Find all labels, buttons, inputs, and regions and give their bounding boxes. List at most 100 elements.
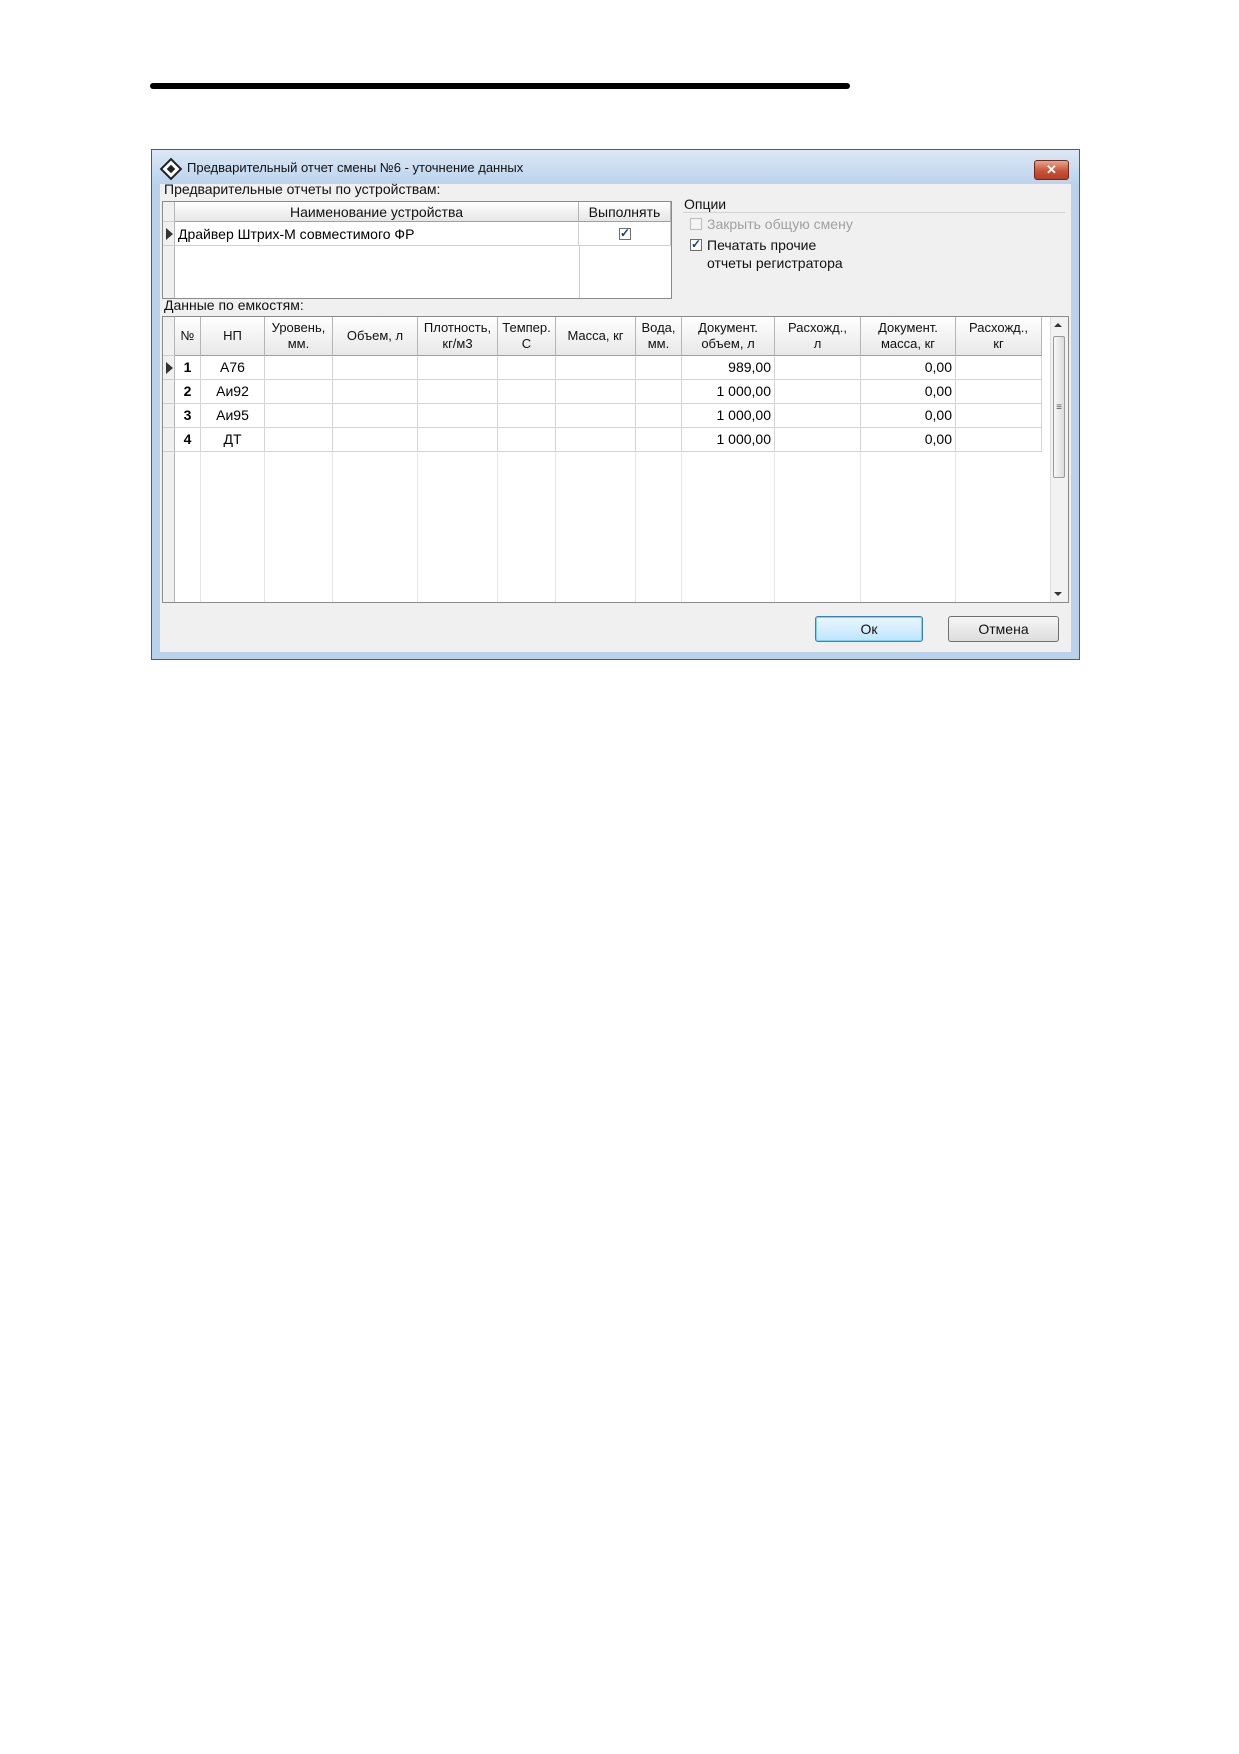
row-indicator[interactable] bbox=[163, 428, 175, 452]
ok-button[interactable]: Ок bbox=[815, 616, 923, 642]
tank-cell[interactable]: 1 000,00 bbox=[682, 404, 775, 428]
tank-cell[interactable] bbox=[333, 428, 418, 452]
header-line: НП bbox=[223, 328, 242, 343]
header-line: Документ. bbox=[698, 320, 758, 335]
tank-cell[interactable]: ДТ bbox=[201, 428, 265, 452]
tank-cell[interactable] bbox=[636, 428, 682, 452]
tank-cell[interactable]: Аи95 bbox=[201, 404, 265, 428]
device-name-cell[interactable]: Драйвер Штрих-М совместимого ФР bbox=[175, 222, 579, 246]
column-header-4[interactable]: Объем, л bbox=[333, 317, 418, 356]
tank-cell[interactable]: 1 bbox=[175, 356, 201, 380]
tank-cell[interactable] bbox=[956, 380, 1042, 404]
tank-cell[interactable] bbox=[775, 380, 861, 404]
tank-cell[interactable] bbox=[956, 356, 1042, 380]
tank-cell[interactable] bbox=[498, 356, 556, 380]
close-button[interactable]: ✕ bbox=[1034, 160, 1069, 180]
scroll-down-icon[interactable] bbox=[1054, 592, 1062, 596]
empty-indicator bbox=[163, 246, 175, 298]
tank-cell[interactable] bbox=[333, 404, 418, 428]
tank-cell[interactable]: А76 bbox=[201, 356, 265, 380]
tank-cell[interactable] bbox=[775, 428, 861, 452]
print-other-label-line1: Печатать прочие bbox=[707, 237, 817, 253]
tank-cell[interactable] bbox=[556, 380, 636, 404]
cancel-button[interactable]: Отмена bbox=[948, 616, 1059, 642]
tank-cell[interactable] bbox=[956, 428, 1042, 452]
tank-cell[interactable] bbox=[498, 428, 556, 452]
tank-cell[interactable] bbox=[636, 380, 682, 404]
tank-cell[interactable] bbox=[333, 380, 418, 404]
column-header-7[interactable]: Масса, кг bbox=[556, 317, 636, 356]
tank-cell[interactable]: Аи92 bbox=[201, 380, 265, 404]
column-header-1[interactable]: № bbox=[175, 317, 201, 356]
tank-cell[interactable] bbox=[636, 356, 682, 380]
column-divider bbox=[417, 452, 418, 602]
tank-cell[interactable]: 0,00 bbox=[861, 356, 956, 380]
tank-cell[interactable] bbox=[498, 404, 556, 428]
tank-cell[interactable] bbox=[556, 428, 636, 452]
tank-cell[interactable] bbox=[265, 380, 333, 404]
column-header-text: Объем, л bbox=[347, 328, 403, 344]
column-header-text: Документ. объем, л bbox=[698, 320, 758, 352]
column-header-11[interactable]: Документ. масса, кг bbox=[861, 317, 956, 356]
row-indicator[interactable] bbox=[163, 356, 175, 380]
tanks-grid[interactable]: ≡ № НП Уровень, мм. Объем, л Плотность, кг/м3 Т… bbox=[162, 316, 1069, 603]
devices-grid[interactable]: Наименование устройства Выполнять Драйве… bbox=[162, 201, 672, 299]
column-header-8[interactable]: Вода, мм. bbox=[636, 317, 682, 356]
column-header-6[interactable]: Темпер. С bbox=[498, 317, 556, 356]
column-device-name[interactable]: Наименование устройства bbox=[175, 202, 579, 222]
tank-cell[interactable] bbox=[956, 404, 1042, 428]
tank-cell[interactable]: 4 bbox=[175, 428, 201, 452]
column-divider bbox=[579, 246, 580, 298]
tank-cell[interactable] bbox=[265, 356, 333, 380]
column-execute[interactable]: Выполнять bbox=[579, 202, 671, 222]
tank-cell[interactable]: 1 000,00 bbox=[682, 380, 775, 404]
column-header-3[interactable]: Уровень, мм. bbox=[265, 317, 333, 356]
tank-cell[interactable]: 989,00 bbox=[682, 356, 775, 380]
tank-cell[interactable] bbox=[556, 404, 636, 428]
tank-cell[interactable] bbox=[265, 428, 333, 452]
execute-checkbox[interactable] bbox=[619, 226, 631, 240]
row-indicator[interactable] bbox=[163, 404, 175, 428]
tank-cell[interactable]: 0,00 bbox=[861, 428, 956, 452]
tank-cell[interactable] bbox=[418, 428, 498, 452]
row-indicator[interactable] bbox=[163, 380, 175, 404]
empty-indicator bbox=[163, 452, 175, 602]
tank-cell[interactable] bbox=[265, 404, 333, 428]
close-shift-checkbox[interactable] bbox=[690, 218, 702, 230]
top-rule bbox=[150, 83, 850, 89]
tanks-label: Данные по емкостям: bbox=[164, 297, 304, 313]
tank-cell[interactable]: 0,00 bbox=[861, 380, 956, 404]
tank-cell[interactable] bbox=[775, 356, 861, 380]
column-header-2[interactable]: НП bbox=[201, 317, 265, 356]
header-line: объем, л bbox=[701, 336, 755, 351]
column-divider bbox=[635, 452, 636, 602]
tank-cell[interactable] bbox=[775, 404, 861, 428]
column-header-12[interactable]: Расхожд., кг bbox=[956, 317, 1042, 356]
scroll-up-icon[interactable] bbox=[1054, 323, 1062, 327]
device-execute-cell[interactable] bbox=[579, 222, 671, 246]
tank-cell[interactable]: 2 bbox=[175, 380, 201, 404]
tank-cell[interactable]: 1 000,00 bbox=[682, 428, 775, 452]
column-header-9[interactable]: Документ. объем, л bbox=[682, 317, 775, 356]
close-shift-label: Закрыть общую смену bbox=[707, 216, 853, 232]
tank-cell[interactable] bbox=[418, 404, 498, 428]
column-header-5[interactable]: Плотность, кг/м3 bbox=[418, 317, 498, 356]
tank-cell[interactable] bbox=[418, 356, 498, 380]
scroll-thumb[interactable]: ≡ bbox=[1053, 336, 1065, 478]
column-header-10[interactable]: Расхожд., л bbox=[775, 317, 861, 356]
header-line: Документ. bbox=[878, 320, 938, 335]
tank-cell[interactable]: 0,00 bbox=[861, 404, 956, 428]
header-line: Плотность, bbox=[423, 320, 492, 335]
tank-cell[interactable] bbox=[556, 356, 636, 380]
tank-cell[interactable] bbox=[636, 404, 682, 428]
column-divider bbox=[555, 452, 556, 602]
header-line: кг/м3 bbox=[442, 336, 473, 351]
tank-cell[interactable] bbox=[333, 356, 418, 380]
title-bar[interactable]: Предварительный отчет смены №6 - уточнен… bbox=[152, 150, 1079, 184]
tank-cell[interactable]: 3 bbox=[175, 404, 201, 428]
header-line: мм. bbox=[647, 336, 670, 351]
tank-cell[interactable] bbox=[418, 380, 498, 404]
tank-cell[interactable] bbox=[498, 380, 556, 404]
vertical-scrollbar[interactable]: ≡ bbox=[1050, 317, 1068, 602]
print-other-checkbox[interactable] bbox=[690, 237, 702, 251]
